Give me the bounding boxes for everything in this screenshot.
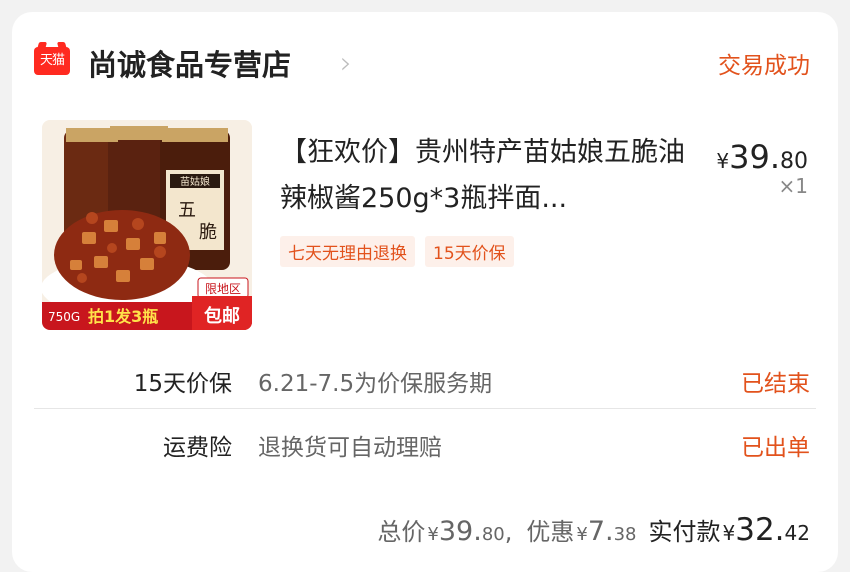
shipping-insurance-desc: 退换货可自动理赔: [258, 435, 442, 461]
jar-text-1: 五: [178, 200, 196, 221]
chevron-right-icon[interactable]: ›: [340, 46, 352, 81]
shop-header[interactable]: 天猫 尚诚食品专营店 › 交易成功: [12, 12, 838, 102]
summary-separator: ,: [504, 518, 513, 546]
jar-text-2: 脆: [199, 222, 217, 243]
region-badge: 限地区: [205, 282, 241, 296]
total-decimal: 80: [481, 524, 505, 545]
order-card: 天猫 尚诚食品专营店 › 交易成功 苗姑娘 五 脆 限地区 750G 拍1发3瓶…: [12, 12, 838, 572]
product-image[interactable]: 苗姑娘 五 脆 限地区 750G 拍1发3瓶 包邮: [42, 120, 252, 330]
total-label: 总价: [377, 518, 426, 546]
jar-label: 苗姑娘: [180, 175, 210, 188]
service-tags: 七天无理由退换 15天价保: [280, 236, 514, 267]
price-protection-label: 15天价保: [133, 371, 232, 397]
shipping-insurance-status[interactable]: 已出单: [741, 428, 810, 462]
price-protection-status[interactable]: 已结束: [741, 364, 810, 398]
tag-price-protection: 15天价保: [425, 236, 514, 267]
price-protection-desc: 6.21-7.5为价保服务期: [258, 371, 493, 397]
discount-symbol: ¥: [576, 524, 588, 545]
quantity: ×1: [778, 174, 808, 198]
product-title[interactable]: 【狂欢价】贵州特产苗姑娘五脆油辣椒酱250g*3瓶拌面...: [280, 130, 700, 222]
divider: [34, 408, 816, 409]
tmall-logo-icon: 天猫: [34, 47, 70, 75]
paid-integer: 32.: [735, 512, 785, 548]
promo-text: 拍1发3瓶: [88, 307, 158, 326]
price-symbol: ¥: [716, 149, 730, 173]
price-summary: 总价 ¥ 39. 80 , 优惠 ¥ 7. 38 实付款 ¥ 32. 42: [377, 512, 810, 548]
unit-price: ¥39.80: [716, 138, 808, 176]
free-shipping-text: 包邮: [204, 305, 240, 327]
discount-integer: 7.: [587, 516, 614, 547]
paid-label: 实付款: [648, 518, 721, 546]
total-integer: 39.: [438, 516, 482, 547]
discount-label: 优惠: [526, 518, 575, 546]
shop-name[interactable]: 尚诚食品专营店: [88, 42, 291, 84]
total-symbol: ¥: [427, 524, 439, 545]
shipping-insurance-label: 运费险: [163, 435, 232, 461]
price-decimal: 80: [780, 149, 808, 174]
paid-symbol: ¥: [722, 521, 736, 545]
discount-decimal: 38: [613, 524, 637, 545]
tag-no-reason-return: 七天无理由退换: [280, 236, 415, 267]
weight-text: 750G: [48, 310, 80, 324]
price-integer: 39.: [729, 138, 780, 176]
paid-decimal: 42: [784, 521, 810, 545]
order-status: 交易成功: [718, 53, 810, 79]
